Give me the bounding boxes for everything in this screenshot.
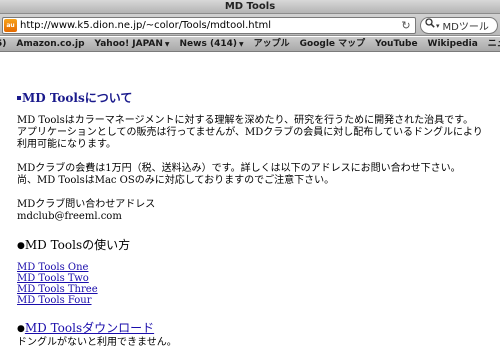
bookmark-item[interactable]: Yahoo! JAPAN ▼: [90, 37, 175, 51]
bookmark-label: Wikipedia: [427, 38, 478, 49]
about-heading: MD Toolsについて: [17, 89, 132, 106]
bookmark-label: YouTube: [375, 38, 418, 49]
contact-email: mdclub@freeml.com: [17, 211, 122, 222]
usage-heading: ●MD Toolsの使い方: [17, 236, 130, 253]
bookmark-item[interactable]: Wikipedia: [423, 37, 483, 51]
bookmark-label: News (414): [179, 38, 237, 49]
link-md-tools-four[interactable]: MD Tools Four: [17, 295, 98, 306]
contact-label: MDクラブ問い合わせアドレス: [17, 199, 156, 210]
square-bullet-icon: [17, 96, 21, 100]
about-paragraph-1: MD Toolsはカラーマネージメントに対する理解を深めたり、研究を行うために開…: [17, 115, 483, 151]
bookmark-item[interactable]: アップル: [249, 37, 295, 51]
text-line: 尚、MD ToolsはMac OSのみに対応しておりますのでご注意下さい。: [17, 175, 335, 186]
bookmark-item[interactable]: YouTube: [370, 37, 422, 51]
bookmark-item[interactable]: ニュー: [483, 37, 500, 51]
search-field[interactable]: ▾ MDツール: [420, 17, 498, 34]
search-menu-chevron-icon[interactable]: ▾: [436, 19, 440, 33]
search-input[interactable]: MDツール: [443, 18, 489, 33]
bookmarks-bar: 5) Amazon.co.jp Yahoo! JAPAN▼ News (414)…: [0, 37, 500, 52]
bookmark-menu-icon: ▼: [238, 40, 244, 48]
window-title: MD Tools: [0, 0, 500, 14]
text-line: 利用可能になります。: [17, 139, 116, 150]
bookmark-menu-icon: ▼: [164, 40, 170, 48]
text-line: MDクラブの会費は1万円（税、送料込み）です。詳しくは以下のアドレスにお問い合わ…: [17, 163, 461, 174]
link-md-tools-one[interactable]: MD Tools One: [17, 262, 98, 273]
bookmark-item[interactable]: Amazon.co.jp: [11, 37, 89, 51]
tool-links: MD Tools One MD Tools Two MD Tools Three…: [17, 262, 98, 306]
url-text[interactable]: http://www.k5.dion.ne.jp/~color/Tools/md…: [20, 20, 399, 31]
search-icon[interactable]: [425, 18, 435, 33]
bookmark-label: Google マップ: [299, 38, 366, 49]
text-line: アプリケーションとしての販売は行ってませんが、MDクラブの会員に対し配布している…: [17, 127, 483, 138]
bookmark-item[interactable]: Google マップ: [295, 37, 371, 51]
text-line: MD Toolsはカラーマネージメントに対する理解を深めたり、研究を行うために開…: [17, 115, 474, 126]
about-paragraph-2: MDクラブの会費は1万円（税、送料込み）です。詳しくは以下のアドレスにお問い合わ…: [17, 163, 461, 187]
contact-block: MDクラブ問い合わせアドレス mdclub@freeml.com: [17, 199, 155, 223]
bookmark-label: アップル: [253, 38, 290, 49]
bookmark-label: Amazon.co.jp: [16, 38, 85, 49]
browser-toolbar: au http://www.k5.dion.ne.jp/~color/Tools…: [0, 14, 500, 36]
about-heading-text: MD Toolsについて: [22, 91, 133, 105]
link-md-tools-three[interactable]: MD Tools Three: [17, 284, 98, 295]
usage-heading-text: MD Toolsの使い方: [24, 238, 131, 252]
link-md-tools-two[interactable]: MD Tools Two: [17, 273, 98, 284]
bookmark-label: Yahoo! JAPAN: [94, 38, 163, 49]
bookmark-item[interactable]: News (414) ▼: [175, 37, 249, 51]
download-note: ドングルがないと利用できません。: [17, 337, 177, 348]
bookmark-fragment[interactable]: 5): [0, 37, 11, 51]
bullet-icon: ●: [17, 241, 25, 251]
page-content: MD Toolsについて MD Toolsはカラーマネージメントに対する理解を深…: [0, 53, 500, 364]
address-bar[interactable]: au http://www.k5.dion.ne.jp/~color/Tools…: [2, 17, 416, 34]
reload-icon[interactable]: ↻: [399, 19, 413, 33]
site-favicon-icon: au: [4, 19, 17, 32]
bookmark-label: ニュー: [487, 38, 500, 49]
